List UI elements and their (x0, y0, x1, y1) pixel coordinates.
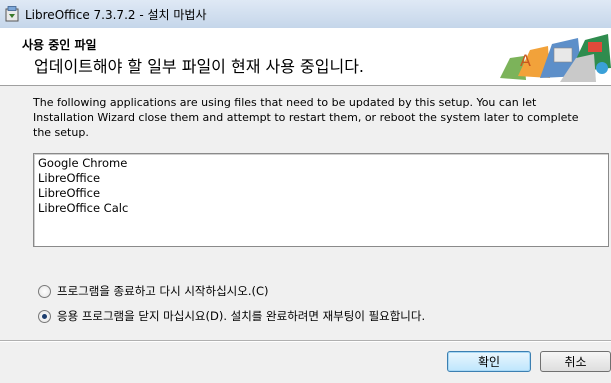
header-panel: 사용 중인 파일 업데이트해야 할 일부 파일이 현재 사용 중입니다. A (0, 28, 611, 86)
option-label[interactable]: 응용 프로그램을 닫지 마십시요(D). 설치를 완료하려면 재부팅이 필요합니… (57, 308, 425, 324)
divider (0, 340, 611, 342)
ok-button[interactable]: 확인 (447, 351, 531, 372)
option-label[interactable]: 프로그램을 종료하고 다시 시작하십시오.(C) (57, 283, 268, 299)
radio-button[interactable] (38, 284, 51, 298)
libreoffice-banner-image: A (490, 28, 611, 84)
option-do-not-close[interactable]: 응용 프로그램을 닫지 마십시요(D). 설치를 완료하려면 재부팅이 필요합니… (38, 307, 425, 325)
svg-text:A: A (520, 51, 531, 70)
list-item[interactable]: LibreOffice (38, 171, 604, 186)
cancel-button[interactable]: 취소 (540, 351, 611, 372)
radio-button-selected[interactable] (38, 309, 51, 323)
title-bar[interactable]: LibreOffice 7.3.7.2 - 설치 마법사 (0, 0, 611, 29)
installer-icon (5, 6, 19, 22)
page-subtitle: 업데이트해야 할 일부 파일이 현재 사용 중입니다. (34, 57, 365, 76)
applications-listbox[interactable]: Google Chrome LibreOffice LibreOffice Li… (33, 153, 609, 247)
list-item[interactable]: Google Chrome (38, 156, 604, 171)
option-close-restart[interactable]: 프로그램을 종료하고 다시 시작하십시오.(C) (38, 282, 268, 300)
window-title: LibreOffice 7.3.7.2 - 설치 마법사 (25, 8, 207, 22)
list-item[interactable]: LibreOffice Calc (38, 201, 604, 216)
description-text: The following applications are using fil… (33, 96, 579, 139)
list-item[interactable]: LibreOffice (38, 186, 604, 201)
page-title: 사용 중인 파일 (22, 38, 97, 52)
